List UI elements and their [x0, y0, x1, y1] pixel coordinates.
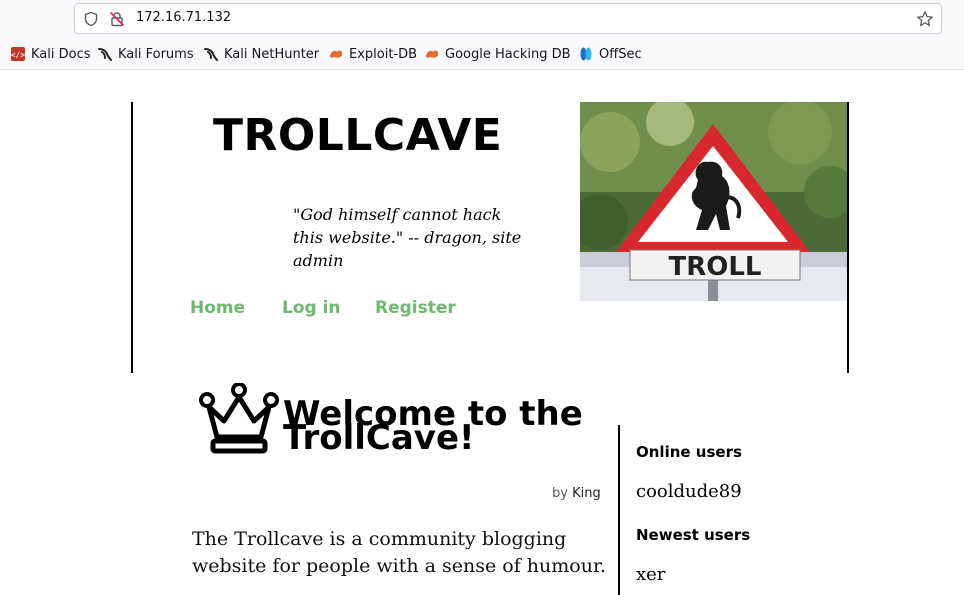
address-bar[interactable]: 172.16.71.132	[74, 3, 942, 34]
site-title: TROLLCAVE	[213, 110, 503, 161]
kali-docs-icon: </>	[11, 47, 26, 61]
bookmark-label: Kali Docs	[31, 46, 91, 62]
svg-text:</>: </>	[11, 51, 26, 60]
offsec-icon	[580, 47, 592, 61]
web-page: TROLLCAVE "God himself cannot hack this …	[0, 70, 964, 595]
bookmark-kali-docs[interactable]: </> Kali Docs	[10, 45, 91, 63]
troll-sign-image: TROLL	[580, 102, 847, 301]
exploit-db-icon	[426, 50, 439, 58]
author-link[interactable]: King	[572, 486, 601, 501]
post-body: The Trollcave is a community blogging we…	[192, 528, 606, 577]
bookmark-label: Kali Forums	[118, 46, 194, 62]
online-users-heading: Online users	[636, 443, 742, 461]
bookmark-star-icon[interactable]	[916, 10, 934, 28]
bookmark-google-hacking-db[interactable]: Google Hacking DB	[424, 45, 571, 63]
nav-home-link[interactable]: Home	[190, 298, 245, 318]
bookmark-label: Exploit-DB	[349, 46, 418, 62]
shield-icon[interactable]	[83, 11, 99, 27]
bookmark-offsec[interactable]: OffSec	[578, 45, 642, 63]
kali-dragon-icon	[98, 48, 112, 61]
bookmark-label: Google Hacking DB	[445, 46, 571, 62]
insecure-lock-icon[interactable]	[109, 11, 125, 27]
url-text[interactable]: 172.16.71.132	[136, 10, 231, 25]
bookmark-kali-forums[interactable]: Kali Forums	[97, 45, 194, 63]
crown-icon	[199, 383, 279, 454]
post-title: Welcome to the TrollCave!	[283, 394, 583, 458]
nav-login-link[interactable]: Log in	[282, 298, 341, 318]
post-byline: by King	[552, 486, 601, 501]
newest-users-heading: Newest users	[636, 526, 751, 544]
browser-chrome: 172.16.71.132 </> Kali Docs Kali Forums …	[0, 0, 964, 70]
troll-sign-caption: TROLL	[669, 252, 762, 282]
site-tagline: "God himself cannot hack this website." …	[293, 205, 522, 270]
kali-dragon-icon	[204, 48, 218, 61]
sidebar: Online users cooldude89 Newest users xer	[618, 425, 848, 595]
bookmark-exploit-db[interactable]: Exploit-DB	[328, 45, 417, 63]
online-user-link[interactable]: cooldude89	[636, 481, 742, 502]
bookmark-kali-nethunter[interactable]: Kali NetHunter	[203, 45, 319, 63]
bookmark-label: OffSec	[599, 46, 642, 62]
bookmarks-toolbar: </> Kali Docs Kali Forums Kali NetHunter…	[0, 42, 964, 66]
newest-user-link[interactable]: xer	[636, 564, 665, 585]
byline-prefix: by	[552, 486, 568, 501]
exploit-db-icon	[330, 50, 343, 58]
bookmark-label: Kali NetHunter	[224, 46, 320, 62]
nav-register-link[interactable]: Register	[375, 298, 456, 318]
